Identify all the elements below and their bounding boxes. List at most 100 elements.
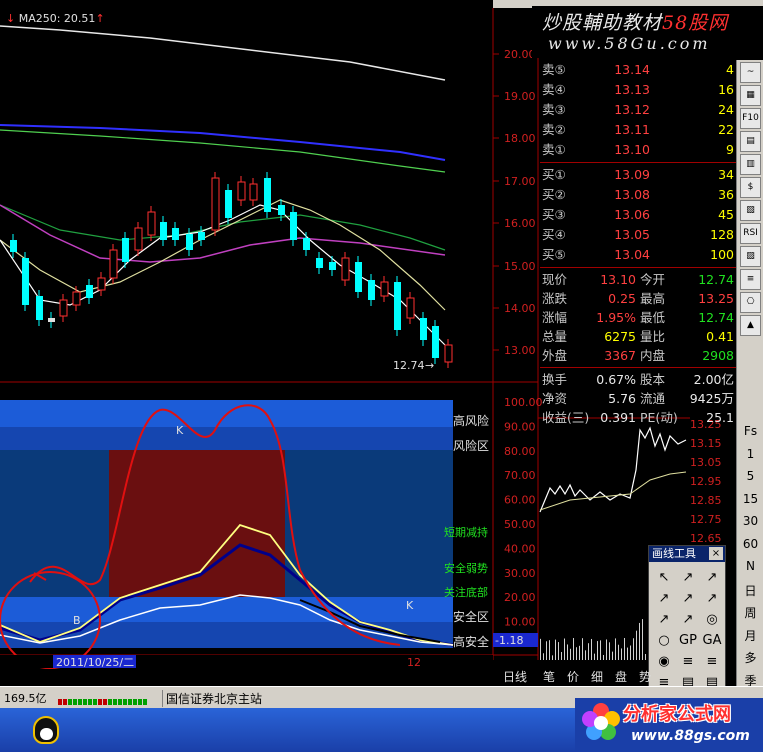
sell-order-row[interactable]: 卖① 13.10 9	[540, 140, 736, 160]
period-button[interactable]: 15	[737, 492, 763, 506]
sell-order-row[interactable]: 卖⑤ 13.14 4	[540, 60, 736, 80]
candle	[72, 291, 81, 306]
candle	[48, 318, 55, 322]
toolbar-button[interactable]: ▥	[740, 154, 761, 175]
draw-tool-button[interactable]: ↗	[677, 610, 699, 630]
period-button[interactable]: 1	[737, 447, 763, 461]
toolbar-button[interactable]: ▤	[740, 131, 761, 152]
status-amount: 169.5亿	[4, 692, 47, 705]
price-axis: 20.00 19.00 18.00 17.00 16.00 15.00 14.00 13.00	[493, 48, 536, 357]
bottom-tab[interactable]: 笔	[538, 668, 560, 686]
candle	[211, 177, 220, 231]
sell-order-label: 卖③	[542, 102, 566, 117]
draw-tool-button[interactable]: ↗	[653, 589, 675, 609]
period-button[interactable]: 30	[737, 514, 763, 528]
stat-row: 外盘 3367 内盘 2908	[540, 346, 736, 365]
ma250-label: ↓ MA250: 20.51↑	[6, 12, 105, 25]
candle	[264, 178, 271, 212]
draw-tool-button[interactable]: GP	[677, 631, 699, 651]
buy-order-row[interactable]: 买① 13.09 34	[540, 165, 736, 185]
period-button[interactable]: 月	[737, 627, 763, 644]
draw-tool-button[interactable]: ○	[653, 631, 675, 651]
stat-row: 收益(三) 0.391 PE(动) 25.1	[540, 408, 736, 427]
period-button[interactable]: 60	[737, 537, 763, 551]
period-button[interactable]: 日	[737, 582, 763, 599]
toolbar-button[interactable]: ▨	[740, 246, 761, 267]
stat-value: 25.1	[706, 410, 734, 425]
buy-order-row[interactable]: 买⑤ 13.04 100	[540, 245, 736, 265]
toolbar-button[interactable]: $	[740, 177, 761, 198]
sell-order-row[interactable]: 卖② 13.11 22	[540, 120, 736, 140]
stat-row: 涨跌 0.25 最高 13.25	[540, 289, 736, 308]
toolbar-button[interactable]: ▲	[740, 315, 761, 336]
stat-value: 2908	[702, 348, 734, 363]
draw-tool-button[interactable]: ↗	[677, 589, 699, 609]
toolbar-button[interactable]: ▧	[740, 200, 761, 221]
qq-penguin-icon[interactable]	[33, 716, 59, 744]
draw-tool-button[interactable]: ◎	[701, 610, 723, 630]
draw-tool-button[interactable]: ↗	[677, 568, 699, 588]
label-watch-bottom: 关注底部	[444, 585, 488, 599]
toolbar-button[interactable]: ~	[740, 62, 761, 83]
label-k-top: K	[176, 424, 184, 437]
stat-row: 总量 6275 量比 0.41	[540, 327, 736, 346]
label-high-safe: 高安全	[453, 634, 489, 649]
bottom-tab[interactable]: 盘	[610, 668, 632, 686]
candle	[290, 212, 297, 240]
buy-order-volume: 128	[710, 227, 734, 242]
stat-value: 9425万	[689, 391, 734, 406]
label-safe-zone: 安全区	[453, 609, 489, 624]
watermark-title: 炒股輔助教材	[542, 12, 663, 34]
bottom-tab[interactable]: 势	[634, 668, 656, 686]
candle	[160, 222, 167, 240]
draw-tool-button[interactable]: GA	[701, 631, 723, 651]
period-button[interactable]: Fs	[737, 424, 763, 438]
stat-label: 涨幅	[542, 310, 568, 325]
stats-table-2: 换手 0.67% 股本 2.00亿 净资 5.76 流通 9425万 收益(三) 0.391 PE(…	[540, 370, 736, 427]
candle	[147, 211, 156, 236]
buy-order-row[interactable]: 买② 13.08 36	[540, 185, 736, 205]
period-button[interactable]: N	[737, 559, 763, 573]
buy-order-volume: 34	[718, 167, 734, 182]
toolbar-button[interactable]: F10	[740, 108, 761, 129]
stat-label: 净资	[542, 391, 568, 406]
indicator-value: -1.18	[495, 634, 523, 647]
buy-order-row[interactable]: 买④ 13.05 128	[540, 225, 736, 245]
close-icon[interactable]: ×	[709, 547, 723, 560]
buy-order-row[interactable]: 买③ 13.06 45	[540, 205, 736, 225]
draw-tool-button[interactable]: ↗	[701, 568, 723, 588]
toolbar-button[interactable]: ⎔	[740, 292, 761, 313]
watermark-brand: 58股网	[662, 12, 729, 34]
candle	[86, 285, 93, 298]
stat-row: 换手 0.67% 股本 2.00亿	[540, 370, 736, 389]
sell-order-volume: 24	[718, 102, 734, 117]
bottom-tab[interactable]: 价	[562, 668, 584, 686]
intraday-axis-label: 13.15	[690, 437, 722, 450]
candle	[249, 183, 258, 201]
stat-label: 最高	[640, 291, 666, 306]
toolbar-button[interactable]: ▦	[740, 85, 761, 106]
toolbar-button[interactable]: ≡	[740, 269, 761, 290]
stat-label: 涨跌	[542, 291, 568, 306]
candle	[355, 262, 362, 292]
sell-order-label: 卖④	[542, 82, 566, 97]
stat-label: 股本	[640, 372, 666, 387]
sell-order-row[interactable]: 卖③ 13.12 24	[540, 100, 736, 120]
period-button[interactable]: 多	[737, 649, 763, 666]
indicator-axis-label: 90.00	[504, 420, 536, 433]
buy-order-price: 13.09	[614, 167, 650, 182]
sell-order-row[interactable]: 卖④ 13.13 16	[540, 80, 736, 100]
period-button[interactable]: 周	[737, 604, 763, 621]
draw-tool-button[interactable]: ↗	[653, 610, 675, 630]
draw-tool-button[interactable]: ↖	[653, 568, 675, 588]
draw-tool-button[interactable]: ↗	[701, 589, 723, 609]
stat-value: 0.67%	[596, 372, 636, 387]
toolbar-button[interactable]: RSI	[740, 223, 761, 244]
period-button[interactable]: 5	[737, 469, 763, 483]
status-site: 国信证券北京主站	[162, 690, 262, 707]
draw-tools-title[interactable]: 画线工具 ×	[649, 546, 725, 562]
candle	[432, 326, 439, 358]
bottom-tab[interactable]: 日线	[498, 668, 532, 686]
watermark-bottom: 分析家公式网 www.88gs.com	[575, 698, 763, 752]
bottom-tab[interactable]: 细	[586, 668, 608, 686]
